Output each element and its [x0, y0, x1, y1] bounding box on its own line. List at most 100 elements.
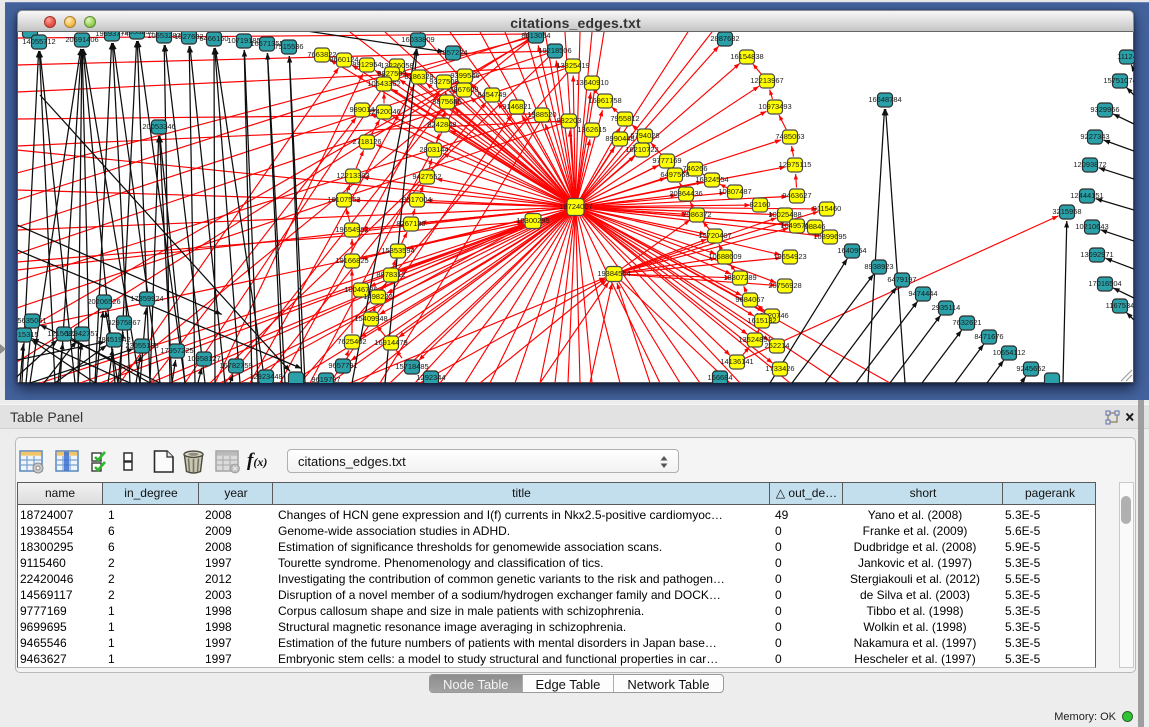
svg-text:10543362: 10543362	[367, 79, 400, 88]
svg-text:8471676: 8471676	[974, 332, 1003, 341]
svg-text:8938923: 8938923	[864, 262, 893, 271]
svg-text:10654112: 10654112	[993, 348, 1026, 357]
svg-text:32975867: 32975867	[107, 318, 140, 327]
svg-text:9517004: 9517004	[402, 195, 431, 204]
svg-text:16033809: 16033809	[401, 35, 434, 44]
svg-text:1167534: 1167534	[1106, 301, 1134, 310]
svg-text:6794028: 6794028	[630, 131, 659, 140]
svg-text:8454749: 8454749	[477, 90, 506, 99]
svg-text:6466160: 6466160	[199, 34, 228, 43]
svg-text:19654982: 19654982	[335, 225, 368, 234]
svg-text:9427552: 9427552	[412, 172, 441, 181]
svg-text:19218506: 19218506	[538, 46, 571, 55]
svg-text:15751074: 15751074	[1103, 76, 1134, 85]
svg-text:2803144: 2803144	[419, 145, 448, 154]
svg-text:252214: 252214	[764, 341, 789, 350]
svg-text:9657791: 9657791	[328, 361, 357, 370]
svg-text:7625402: 7625402	[337, 337, 366, 346]
svg-text:8813054: 8813054	[521, 32, 550, 40]
svg-text:1498222: 1498222	[363, 292, 392, 301]
svg-text:15353594: 15353594	[381, 246, 414, 255]
svg-text:1733426: 1733426	[765, 364, 794, 373]
svg-text:20053346: 20053346	[142, 122, 175, 131]
svg-text:15720407: 15720407	[698, 231, 731, 240]
svg-text:7955812: 7955812	[610, 114, 639, 123]
svg-text:3875685: 3875685	[432, 97, 461, 106]
svg-text:18807289: 18807289	[723, 273, 756, 282]
svg-text:18724007: 18724007	[559, 202, 592, 211]
svg-text:12975115: 12975115	[779, 160, 812, 169]
svg-text:2887682: 2887682	[710, 34, 739, 43]
svg-text:1915315: 1915315	[17, 330, 39, 339]
svg-text:9115460: 9115460	[813, 204, 842, 213]
svg-text:98846: 98846	[805, 222, 826, 231]
svg-text:15409948: 15409948	[354, 314, 387, 323]
svg-text:7515536: 7515536	[274, 42, 303, 51]
svg-text:7857224: 7857224	[438, 48, 467, 57]
svg-text:16154838: 16154838	[730, 52, 763, 61]
svg-text:10210643: 10210643	[1075, 222, 1108, 231]
svg-text:7485063: 7485063	[775, 132, 804, 141]
svg-text:9399546: 9399546	[450, 71, 479, 80]
svg-text:7632621: 7632621	[952, 318, 981, 327]
svg-text:9463627: 9463627	[782, 191, 811, 200]
svg-text:5635061: 5635061	[17, 316, 46, 325]
svg-text:16107553: 16107553	[327, 195, 360, 204]
svg-text:16648784: 16648784	[868, 95, 901, 104]
svg-text:12923448: 12923448	[249, 372, 282, 381]
svg-text:9245652: 9245652	[1016, 364, 1045, 373]
svg-text:2718126: 2718126	[352, 137, 381, 146]
svg-text:12942757: 12942757	[65, 329, 98, 338]
svg-text:9619797: 9619797	[311, 375, 340, 383]
svg-text:17016504: 17016504	[1088, 279, 1121, 288]
svg-text:20364436: 20364436	[669, 189, 702, 198]
svg-text:10973493: 10973493	[758, 102, 791, 111]
svg-text:13692971: 13692971	[1080, 250, 1113, 259]
svg-text:8878312: 8878312	[376, 270, 405, 279]
svg-text:16782759: 16782759	[219, 361, 252, 370]
svg-text:8242848: 8242848	[427, 120, 456, 129]
svg-text:8267130: 8267130	[396, 219, 425, 228]
svg-text:10958127: 10958127	[187, 354, 220, 363]
svg-text:10688609: 10688609	[708, 252, 741, 261]
svg-text:16210722: 16210722	[625, 145, 658, 154]
svg-text:23055135: 23055135	[125, 341, 158, 350]
svg-text:20206526: 20206526	[87, 297, 120, 306]
svg-text:9777169: 9777169	[652, 156, 681, 165]
svg-text:1640954: 1640954	[837, 246, 866, 255]
svg-text:15718485: 15718485	[395, 362, 428, 371]
svg-text:9227343: 9227343	[1080, 132, 1109, 141]
svg-text:10025488: 10025488	[768, 210, 801, 219]
svg-text:9684067: 9684067	[735, 295, 764, 304]
svg-text:12444151: 12444151	[1070, 191, 1103, 200]
svg-text:10899695: 10899695	[813, 232, 846, 241]
svg-text:1362615: 1362615	[577, 125, 606, 134]
svg-text:12213967: 12213967	[750, 76, 783, 85]
svg-text:2935114: 2935114	[932, 303, 961, 312]
svg-text:9329966: 9329966	[1090, 105, 1119, 114]
svg-text:9474444: 9474444	[908, 289, 937, 298]
svg-text:82160: 82160	[750, 200, 771, 209]
svg-text:6497568: 6497568	[660, 170, 689, 179]
svg-text:12093872: 12093872	[1073, 160, 1106, 169]
svg-text:11124: 11124	[1117, 52, 1134, 61]
svg-text:1292344: 1292344	[416, 373, 445, 382]
svg-text:13640910: 13640910	[575, 78, 608, 87]
svg-text:7986372: 7986372	[682, 210, 711, 219]
svg-text:1615132: 1615132	[747, 316, 776, 325]
svg-text:19166825: 19166825	[335, 256, 368, 265]
svg-text:1588520: 1588520	[527, 110, 556, 119]
svg-text:166684: 166684	[707, 373, 732, 382]
svg-text:14055712: 14055712	[22, 37, 55, 46]
svg-text:832203: 832203	[556, 116, 581, 125]
svg-text:16324554: 16324554	[695, 175, 728, 184]
svg-text:16914479: 16914479	[374, 338, 407, 347]
svg-text:6479197: 6479197	[887, 275, 916, 284]
svg-text:19654923: 19654923	[773, 252, 806, 261]
svg-text:12213303: 12213303	[336, 171, 369, 180]
svg-text:18300295: 18300295	[516, 216, 549, 225]
svg-text:17359924: 17359924	[130, 294, 163, 303]
svg-text:10807487: 10807487	[718, 187, 751, 196]
svg-text:989014: 989014	[349, 105, 374, 114]
svg-text:20756928: 20756928	[768, 281, 801, 290]
